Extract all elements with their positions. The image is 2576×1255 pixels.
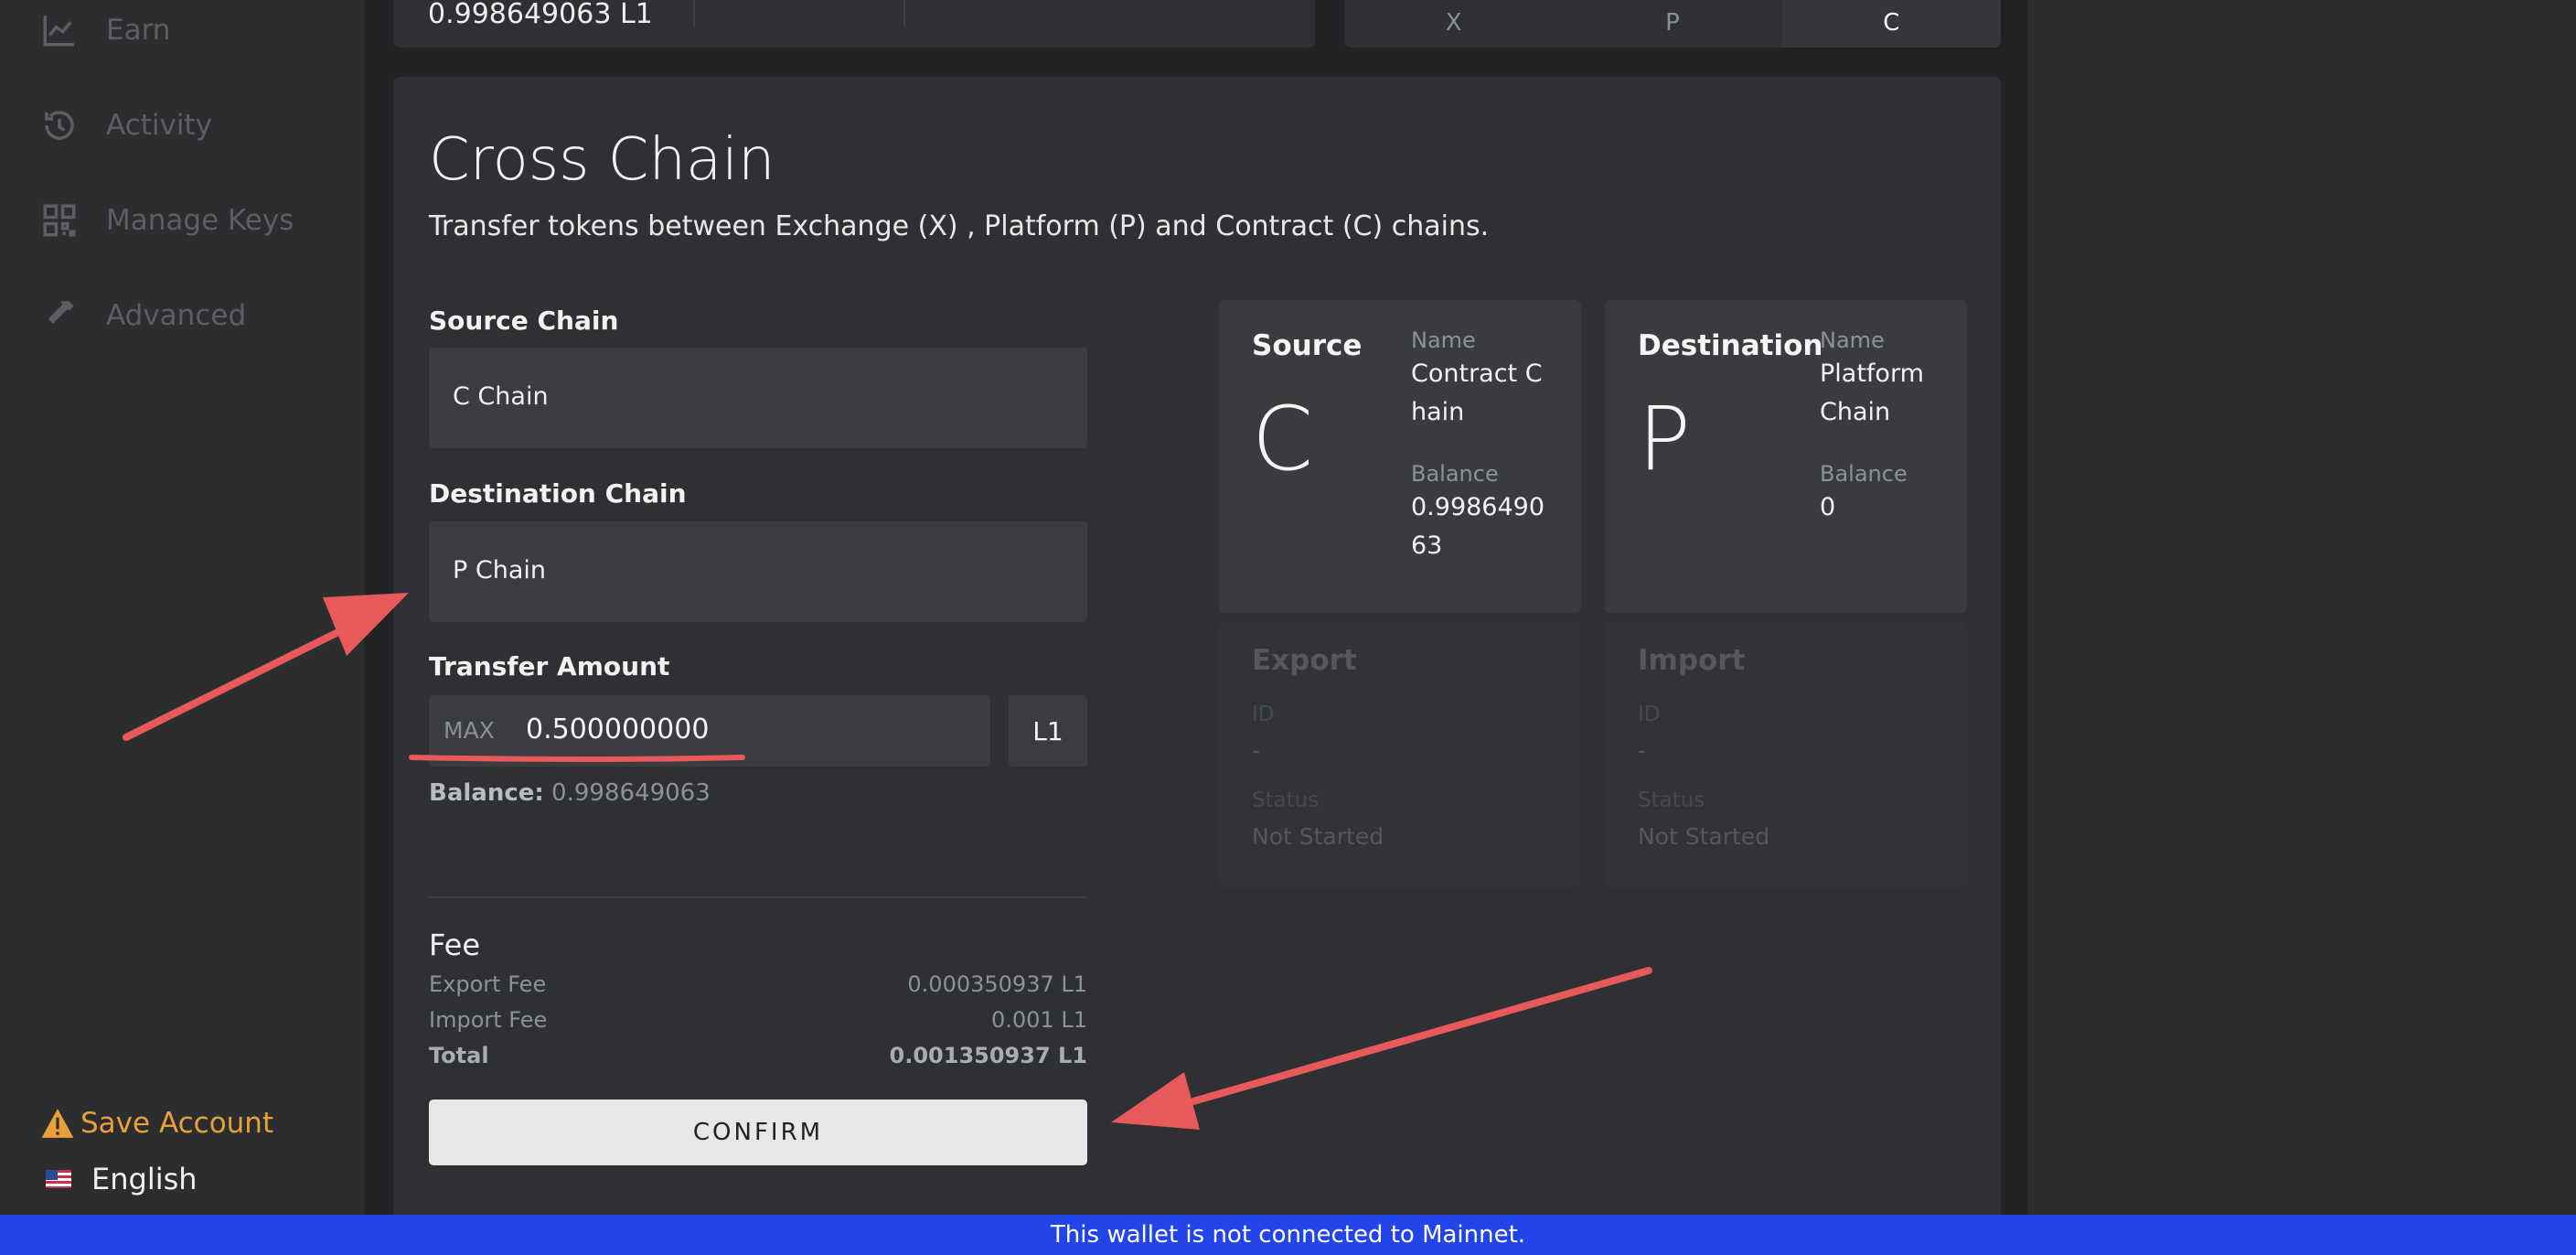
destination-chain-select[interactable]: P Chain	[429, 521, 1087, 622]
export-id-label: ID	[1252, 703, 1275, 726]
tab-c[interactable]: C	[1781, 0, 2001, 48]
import-id-value: -	[1638, 737, 1647, 764]
source-name-line-2: hain	[1411, 398, 1465, 426]
destination-name-label: Name	[1820, 327, 1885, 353]
export-fee-value: 0.000350937 L1	[907, 971, 1087, 997]
sidebar-item-label: Activity	[106, 109, 212, 142]
tab-p[interactable]: P	[1563, 0, 1781, 48]
page-title: Cross Chain	[429, 126, 775, 194]
source-chain-card: Source C Name Contract C hain Balance 0.…	[1219, 300, 1581, 613]
export-fee-label: Export Fee	[429, 971, 547, 997]
total-fee-row: Total 0.001350937 L1	[429, 1043, 1087, 1068]
amount-value: 0.500000000	[526, 713, 710, 745]
transfer-amount-input[interactable]: MAX 0.500000000	[429, 695, 990, 767]
language-selector[interactable]: English	[46, 1162, 198, 1196]
destination-heading: Destination	[1638, 329, 1823, 362]
sidebar-item-label: Manage Keys	[106, 204, 294, 237]
source-heading: Source	[1252, 329, 1363, 362]
us-flag-icon	[46, 1170, 71, 1188]
destination-name-line-2: Chain	[1820, 398, 1891, 426]
source-chain-label: Source Chain	[429, 306, 619, 336]
destination-chain-label: Destination Chain	[429, 478, 687, 509]
unit-button[interactable]: L1	[1009, 695, 1087, 767]
source-balance-label: Balance	[1411, 461, 1499, 487]
fee-title: Fee	[429, 928, 481, 962]
max-button[interactable]: MAX	[444, 717, 495, 744]
confirm-button[interactable]: CONFIRM	[429, 1099, 1087, 1165]
export-fee-row: Export Fee 0.000350937 L1	[429, 971, 1087, 997]
source-balance-line-2: 63	[1411, 531, 1443, 560]
sidebar-item-earn[interactable]: Earn	[40, 11, 170, 49]
import-status-value: Not Started	[1638, 823, 1770, 850]
source-name-label: Name	[1411, 327, 1476, 353]
import-status-card: Import ID - Status Not Started	[1605, 622, 1967, 887]
sidebar-item-activity[interactable]: Activity	[40, 106, 212, 145]
destination-chain-value: P Chain	[453, 556, 546, 585]
destination-chain-card: Destination P Name Platform Chain Balanc…	[1605, 300, 1967, 613]
destination-balance-label: Balance	[1820, 461, 1908, 487]
import-fee-label: Import Fee	[429, 1007, 548, 1033]
hammer-icon	[40, 296, 79, 335]
top-balance: 0.998649063 L1	[428, 0, 653, 30]
warning-icon	[41, 1109, 74, 1138]
balance-value: 0.998649063	[551, 779, 711, 807]
balance-label: Balance:	[429, 779, 544, 807]
chain-tabs: X P C	[1344, 0, 2001, 48]
save-account-label: Save Account	[80, 1107, 274, 1140]
source-balance-line-1: 0.9986490	[1411, 493, 1545, 521]
amount-balance: Balance: 0.998649063	[429, 779, 711, 807]
destination-name-line-1: Platform	[1820, 359, 1924, 388]
divider	[429, 896, 1087, 898]
export-status-card: Export ID - Status Not Started	[1219, 622, 1581, 887]
export-status-value: Not Started	[1252, 823, 1384, 850]
import-status-label: Status	[1638, 788, 1705, 812]
sidebar-item-label: Advanced	[106, 299, 247, 332]
network-warning-banner: This wallet is not connected to Mainnet.	[0, 1215, 2576, 1255]
destination-letter: P	[1638, 388, 1691, 490]
language-label: English	[91, 1162, 198, 1196]
source-letter: C	[1252, 388, 1314, 490]
chart-icon	[40, 11, 79, 49]
import-fee-row: Import Fee 0.001 L1	[429, 1007, 1087, 1033]
total-fee-value: 0.001350937 L1	[889, 1043, 1087, 1068]
total-fee-label: Total	[429, 1043, 489, 1068]
right-background	[2028, 0, 2576, 1215]
import-heading: Import	[1638, 644, 1746, 677]
import-id-label: ID	[1638, 703, 1661, 726]
source-chain-value: C Chain	[453, 382, 549, 411]
tab-x[interactable]: X	[1344, 0, 1563, 48]
source-name-line-1: Contract C	[1411, 359, 1543, 388]
sidebar-item-label: Earn	[106, 14, 171, 47]
export-id-value: -	[1252, 737, 1261, 764]
divider	[903, 0, 905, 27]
divider	[693, 0, 695, 27]
import-fee-value: 0.001 L1	[991, 1007, 1087, 1033]
sidebar-item-advanced[interactable]: Advanced	[40, 296, 246, 335]
qr-code-icon	[40, 201, 79, 240]
sidebar-item-manage-keys[interactable]: Manage Keys	[40, 201, 294, 240]
history-icon	[40, 106, 79, 145]
save-account-button[interactable]: Save Account	[40, 1107, 273, 1140]
sidebar: Earn Activity Manage Keys Advanced Save …	[0, 0, 366, 1215]
transfer-amount-label: Transfer Amount	[429, 651, 670, 681]
export-status-label: Status	[1252, 788, 1320, 812]
destination-balance-value: 0	[1820, 493, 1836, 521]
source-chain-select[interactable]: C Chain	[429, 348, 1087, 448]
export-heading: Export	[1252, 644, 1357, 677]
page-subtitle: Transfer tokens between Exchange (X) , P…	[429, 210, 1490, 242]
balance-card: 0.998649063 L1	[393, 0, 1315, 48]
